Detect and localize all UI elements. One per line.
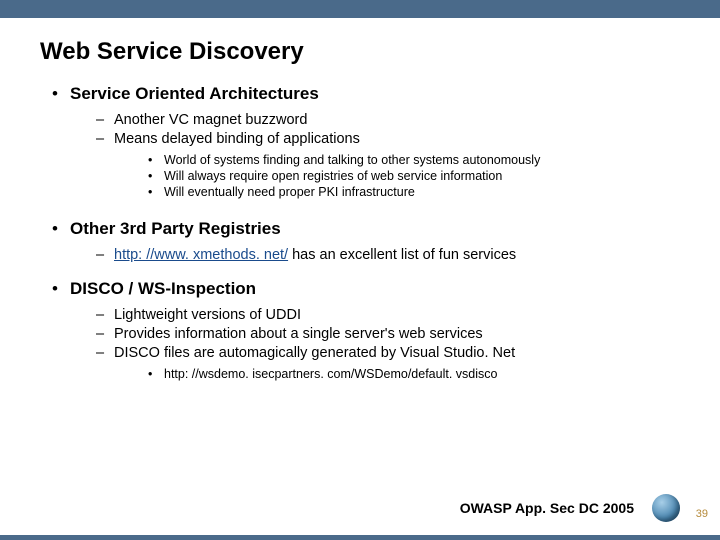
globe-icon xyxy=(652,494,680,522)
footer-bar xyxy=(0,535,720,540)
list-item: http: //www. xmethods. net/ has an excel… xyxy=(96,247,680,263)
footer-text: OWASP App. Sec DC 2005 xyxy=(460,500,634,516)
content-list: •Service Oriented Architectures Another … xyxy=(40,84,680,385)
bullet-icon: • xyxy=(40,279,70,299)
slide-title: Web Service Discovery xyxy=(40,38,680,66)
slide-body: Web Service Discovery •Service Oriented … xyxy=(0,18,720,385)
page-number: 39 xyxy=(696,508,708,520)
footer: OWASP App. Sec DC 2005 xyxy=(460,494,680,522)
section-heading: Service Oriented Architectures xyxy=(70,84,319,103)
list-item: http: //wsdemo. isecpartners. com/WSDemo… xyxy=(148,367,515,381)
list-item: Provides information about a single serv… xyxy=(96,326,680,342)
xmethods-link[interactable]: http: //www. xmethods. net/ xyxy=(114,247,288,263)
section-heading: Other 3rd Party Registries xyxy=(70,219,281,238)
section-heading: DISCO / WS-Inspection xyxy=(70,279,256,298)
list-item: Will eventually need proper PKI infrastr… xyxy=(148,185,540,199)
list-item: DISCO files are automagically generated … xyxy=(96,345,680,385)
bullet-icon: • xyxy=(40,219,70,239)
section-disco: •DISCO / WS-Inspection Lightweight versi… xyxy=(40,279,680,385)
list-item: Another VC magnet buzzword xyxy=(96,112,680,128)
list-item: Lightweight versions of UDDI xyxy=(96,307,680,323)
bullet-icon: • xyxy=(40,84,70,104)
header-bar xyxy=(0,0,720,18)
list-item: Means delayed binding of applications Wo… xyxy=(96,131,680,203)
section-soa: •Service Oriented Architectures Another … xyxy=(40,84,680,203)
list-item: World of systems finding and talking to … xyxy=(148,153,540,167)
section-registries: •Other 3rd Party Registries http: //www.… xyxy=(40,219,680,263)
list-item: Will always require open registries of w… xyxy=(148,169,540,183)
